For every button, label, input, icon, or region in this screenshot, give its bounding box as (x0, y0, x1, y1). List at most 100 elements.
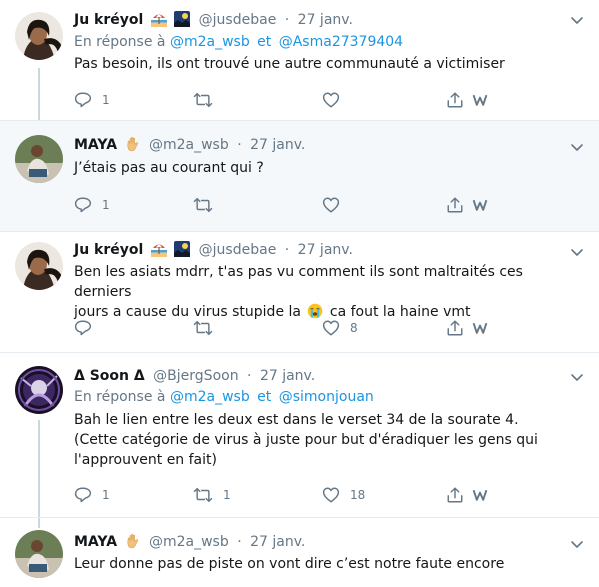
reply-button[interactable]: 1 (74, 90, 110, 110)
chevron-down-icon[interactable] (569, 369, 585, 385)
share-button[interactable] (446, 90, 464, 110)
tweet-text-line: Bah le lien entre les deux est dans le v… (74, 412, 519, 428)
share-button[interactable] (446, 318, 464, 338)
tweet-date[interactable]: 27 janv. (298, 12, 353, 28)
retweet-button[interactable] (193, 90, 213, 110)
tweet-text: Pas besoin, ils ont trouvé une autre com… (74, 56, 505, 72)
separator-dot: · (284, 242, 290, 258)
tweet-date[interactable]: 27 janv. (298, 242, 353, 258)
retweet-button[interactable] (193, 318, 213, 338)
tweet-date[interactable]: 27 janv. (250, 534, 305, 550)
tweet[interactable]: MAYA @m2a_wsb · 27 janv. J’étais pas au … (0, 121, 599, 231)
user-handle[interactable]: @BjergSoon (153, 368, 238, 384)
separator-dot: · (237, 534, 242, 550)
like-icon (322, 319, 340, 337)
like-icon (322, 196, 340, 214)
like-button[interactable]: 18 (322, 485, 365, 505)
display-name[interactable]: Ju kréyol (74, 12, 143, 28)
retweet-count: 1 (223, 488, 231, 502)
reply-count: 1 (102, 488, 110, 502)
retweet-icon (193, 91, 213, 109)
share-icon (446, 91, 464, 109)
avatar[interactable] (15, 135, 63, 183)
separator-dot: · (284, 12, 290, 28)
display-name[interactable]: MAYA (74, 137, 117, 153)
share-icon (446, 319, 464, 337)
reply-button[interactable]: 1 (74, 485, 110, 505)
tweet-header: Δ Soon Δ @BjergSoon · 27 janv. (74, 366, 315, 386)
chevron-down-icon[interactable] (569, 12, 585, 28)
avatar[interactable] (15, 366, 63, 414)
like-icon (322, 486, 340, 504)
replying-to-label: En réponse à (74, 34, 166, 50)
mention-link[interactable]: @Asma27379404 (279, 34, 403, 50)
instapaper-icon (472, 320, 488, 336)
moon-photo-emoji-icon (171, 242, 190, 258)
tweet[interactable]: Δ Soon Δ @BjergSoon · 27 janv. En répons… (0, 353, 599, 517)
reply-count: 1 (102, 198, 110, 212)
beach-emoji-icon (148, 12, 167, 28)
instapaper-button[interactable] (472, 90, 488, 110)
separator-dot: · (247, 368, 252, 384)
chevron-down-icon[interactable] (569, 244, 585, 260)
display-name[interactable]: Δ Soon Δ (74, 368, 145, 384)
retweet-button[interactable]: 1 (193, 485, 231, 505)
user-handle[interactable]: @m2a_wsb (149, 137, 229, 153)
chevron-down-icon[interactable] (569, 139, 585, 155)
reply-button[interactable] (74, 318, 92, 338)
like-button[interactable]: 8 (322, 318, 358, 338)
chevron-down-icon[interactable] (569, 536, 585, 552)
share-icon (446, 486, 464, 504)
instapaper-button[interactable] (472, 318, 488, 338)
mention-link[interactable]: @m2a_wsb (170, 34, 250, 50)
tweet-header: MAYA @m2a_wsb · 27 janv. (74, 532, 305, 552)
retweet-icon (193, 319, 213, 337)
instapaper-button[interactable] (472, 485, 488, 505)
user-handle[interactable]: @jusdebae (199, 12, 277, 28)
tweet[interactable]: MAYA @m2a_wsb · 27 janv. Leur donne pas … (0, 518, 599, 587)
reply-icon (74, 196, 92, 214)
tweet-text: Bah le lien entre les deux est dans le v… (74, 410, 574, 470)
mention-link[interactable]: @m2a_wsb (170, 389, 250, 405)
tweet-text: Leur donne pas de piste on vont dire c’e… (74, 556, 505, 572)
avatar[interactable] (15, 12, 63, 60)
instapaper-icon (472, 487, 488, 503)
share-button[interactable] (446, 195, 464, 215)
tweet[interactable]: Ju kréyol @jusdebae · 27 janv. En répons… (0, 0, 599, 120)
avatar[interactable] (15, 242, 63, 290)
retweet-button[interactable] (193, 195, 213, 215)
raised-hand-emoji-icon (122, 534, 141, 550)
replying-to: En réponse à @m2a_wsb et @simonjouan (74, 387, 374, 407)
instapaper-button[interactable] (472, 195, 488, 215)
avatar[interactable] (15, 530, 63, 578)
display-name[interactable]: MAYA (74, 534, 117, 550)
tweet[interactable]: Ju kréyol @jusdebae · 27 janv. Ben les a… (0, 232, 599, 352)
reply-button[interactable]: 1 (74, 195, 110, 215)
tweet-date[interactable]: 27 janv. (260, 368, 315, 384)
replying-to: En réponse à @m2a_wsb et @Asma27379404 (74, 32, 403, 52)
mention-link[interactable]: @simonjouan (279, 389, 374, 405)
tweet-date[interactable]: 27 janv. (250, 137, 305, 153)
share-button[interactable] (446, 485, 464, 505)
separator-dot: · (237, 137, 242, 153)
tweet-header: Ju kréyol @jusdebae · 27 janv. (74, 240, 353, 260)
like-icon (322, 91, 340, 109)
tweet-actions: 1 1 18 (74, 485, 494, 505)
reply-icon (74, 486, 92, 504)
user-handle[interactable]: @m2a_wsb (149, 534, 229, 550)
tweet-text-line: (Cette catégorie de virus à juste pour b… (74, 432, 538, 448)
user-handle[interactable]: @jusdebae (199, 242, 277, 258)
reply-count: 1 (102, 93, 110, 107)
display-name[interactable]: Ju kréyol (74, 242, 143, 258)
reply-icon (74, 91, 92, 109)
beach-emoji-icon (148, 242, 167, 258)
replying-to-label: En réponse à (74, 389, 166, 405)
tweet-actions: 8 (74, 318, 494, 338)
tweet-actions: 1 (74, 195, 494, 215)
tweet-text-line: Ben les asiats mdrr, t'as pas vu comment… (74, 264, 523, 300)
moon-photo-emoji-icon (171, 12, 190, 28)
instapaper-icon (472, 197, 488, 213)
like-button[interactable] (322, 90, 340, 110)
retweet-icon (193, 196, 213, 214)
like-button[interactable] (322, 195, 340, 215)
